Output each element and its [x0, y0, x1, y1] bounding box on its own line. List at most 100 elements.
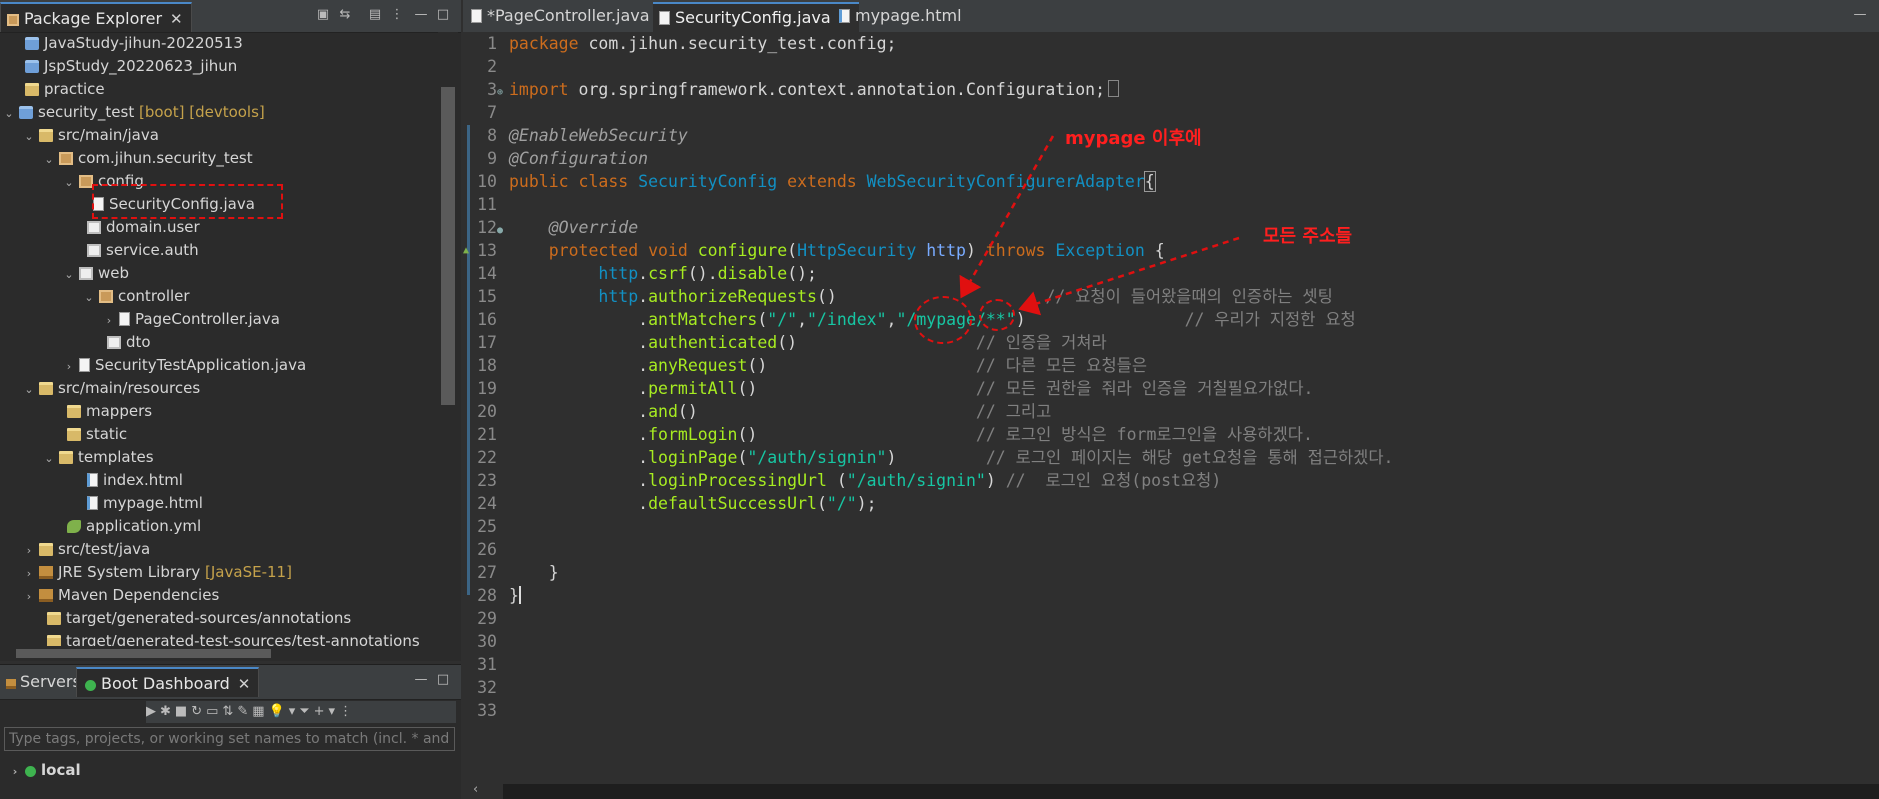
package-explorer-icon [7, 14, 19, 26]
tree-item[interactable]: JavaStudy-jihun-20220513 [8, 32, 243, 55]
tree-item[interactable]: ⌄ web [62, 262, 129, 285]
close-icon[interactable]: ✕ [170, 10, 183, 28]
tree-item[interactable]: mypage.html [70, 492, 203, 515]
minimize-icon[interactable]: — [1851, 6, 1869, 24]
tree-item[interactable]: ⌄ com.jihun.security_test [42, 147, 252, 171]
tree-item[interactable]: static [50, 423, 127, 446]
tree-item[interactable]: domain.user [70, 216, 200, 239]
tree-item[interactable]: practice [8, 78, 105, 101]
tree-item[interactable]: target/generated-sources/annotations [30, 607, 351, 630]
tree-item[interactable]: › PageController.java [102, 308, 280, 331]
tree-item[interactable]: ⌄ templates [42, 446, 153, 470]
tree-item[interactable]: index.html [70, 469, 183, 492]
tree-item[interactable]: › SecurityTestApplication.java [62, 354, 306, 377]
tree-item[interactable]: › JRE System Library [JavaSE-11] [22, 561, 292, 584]
tab-securityconfig[interactable]: SecurityConfig.java✕ [653, 2, 860, 32]
scrollbar-thumb[interactable] [16, 649, 271, 658]
bulb-icon[interactable]: 💡 [269, 704, 289, 719]
tree-item[interactable]: service.auth [70, 239, 199, 262]
tab-pagecontroller[interactable]: *PageController.java [465, 2, 658, 32]
editor-horizontal-scrollbar[interactable]: ‹ [473, 782, 1879, 799]
tree-item[interactable]: › src/test/java [22, 538, 150, 561]
folded-imports-icon[interactable] [1108, 80, 1120, 97]
filter-icon[interactable]: ⏷ [299, 704, 313, 719]
link-with-editor-icon[interactable]: ⇆ [336, 6, 354, 24]
tree-item[interactable]: ⌄ controller [82, 285, 189, 309]
spring-boot-icon [85, 680, 96, 691]
chevron-right-icon[interactable]: › [8, 760, 22, 783]
console-icon[interactable]: ▭ [206, 704, 222, 719]
tree-item[interactable]: ⌄ src/main/java [22, 124, 159, 147]
stop-icon[interactable]: ■ [175, 704, 191, 719]
chevron-down-icon[interactable]: ▾ [289, 704, 300, 719]
maximize-icon[interactable]: □ [434, 671, 452, 689]
project-icon [25, 60, 39, 73]
tree-vertical-scrollbar[interactable] [438, 32, 458, 646]
view-menu-icon[interactable]: ⋮ [388, 6, 406, 24]
annotation-all-addresses-note: 모든 주소들 [1263, 226, 1353, 247]
refresh-icon[interactable]: ⇅ [222, 704, 237, 719]
collapse-all-icon[interactable]: ▣ [314, 6, 332, 24]
chevron-down-icon[interactable]: ⌄ [22, 378, 36, 401]
scrollbar-thumb[interactable] [441, 87, 455, 405]
tree-item[interactable]: dto [90, 331, 151, 354]
servers-icon [6, 679, 16, 689]
fold-icon[interactable]: ● [497, 225, 503, 236]
tab-mypage[interactable]: mypage.html [833, 2, 970, 32]
chevron-down-icon[interactable]: ⌄ [62, 263, 76, 286]
tree-horizontal-scrollbar[interactable] [0, 646, 438, 661]
bottom-tabbar: Servers Boot Dashboard ✕ — □ [0, 665, 461, 700]
chevron-down-icon[interactable]: ▾ [329, 704, 340, 719]
chevron-left-icon[interactable]: ‹ [473, 782, 478, 797]
tree-item[interactable]: ⌄ security_test [boot] [devtools] [2, 101, 264, 125]
html-file-icon [87, 473, 98, 487]
chevron-right-icon[interactable]: › [22, 562, 36, 585]
text-cursor [518, 586, 521, 604]
local-target[interactable]: › local [8, 759, 81, 782]
tab-boot-dashboard[interactable]: Boot Dashboard ✕ [76, 667, 260, 697]
folder-icon [67, 428, 81, 441]
tree-item[interactable]: application.yml [50, 515, 201, 538]
fold-icon[interactable]: ⊕ [497, 87, 503, 98]
code-editor: *PageController.java SecurityConfig.java… [463, 0, 1879, 799]
package-icon [107, 336, 121, 349]
tree-item[interactable]: ⌄ src/main/resources [22, 377, 200, 400]
chevron-down-icon[interactable]: ⌄ [42, 148, 56, 171]
tree-item[interactable]: JspStudy_20220623_jihun [8, 55, 237, 78]
package-explorer-view: Package Explorer ✕ ▣ ⇆ ▤ ⋮ — □ JavaStudy-… [0, 0, 461, 661]
start-icon[interactable]: ▶ [146, 704, 160, 719]
java-file-icon [471, 9, 482, 23]
chevron-right-icon[interactable]: › [62, 355, 76, 378]
tree-item[interactable]: mappers [50, 400, 152, 423]
source-folder-icon [39, 382, 53, 395]
filter-input[interactable]: Type tags, projects, or working set name… [4, 727, 455, 751]
filter-icon[interactable]: ▤ [366, 6, 384, 24]
debug-icon[interactable]: ✱ [160, 704, 175, 719]
chevron-down-icon[interactable]: ⌄ [42, 447, 56, 470]
chevron-down-icon[interactable]: ⌄ [2, 102, 16, 125]
view-menu-icon[interactable]: ⋮ [339, 704, 356, 719]
add-icon[interactable]: + [314, 704, 329, 719]
edit-icon[interactable]: ✎ [237, 704, 252, 719]
maximize-icon[interactable]: □ [434, 6, 452, 24]
yaml-file-icon [67, 520, 81, 533]
override-marker-icon: ▲ [463, 245, 470, 256]
open-icon[interactable]: ▦ [252, 704, 268, 719]
close-icon[interactable]: ✕ [238, 675, 251, 693]
tree-item[interactable]: target/generated-test-sources/test-annot… [30, 630, 420, 646]
minimize-icon[interactable]: — [412, 671, 430, 689]
chevron-right-icon[interactable]: › [22, 585, 36, 608]
chevron-right-icon[interactable]: › [22, 539, 36, 562]
chevron-right-icon[interactable]: › [102, 309, 116, 332]
restart-icon[interactable]: ↻ [191, 704, 206, 719]
minimize-icon[interactable]: — [412, 6, 430, 24]
chevron-down-icon[interactable]: ⌄ [22, 125, 36, 148]
tab-package-explorer[interactable]: Package Explorer ✕ [0, 2, 192, 32]
editor-tabbar: *PageController.java SecurityConfig.java… [463, 0, 1879, 32]
chevron-down-icon[interactable]: ⌄ [82, 286, 96, 309]
tree-item[interactable]: › Maven Dependencies [22, 584, 219, 607]
chevron-down-icon[interactable]: ⌄ [62, 171, 76, 194]
package-icon [79, 175, 93, 188]
editor-vertical-scrollbar[interactable] [1863, 32, 1879, 784]
folder-icon [47, 612, 61, 625]
